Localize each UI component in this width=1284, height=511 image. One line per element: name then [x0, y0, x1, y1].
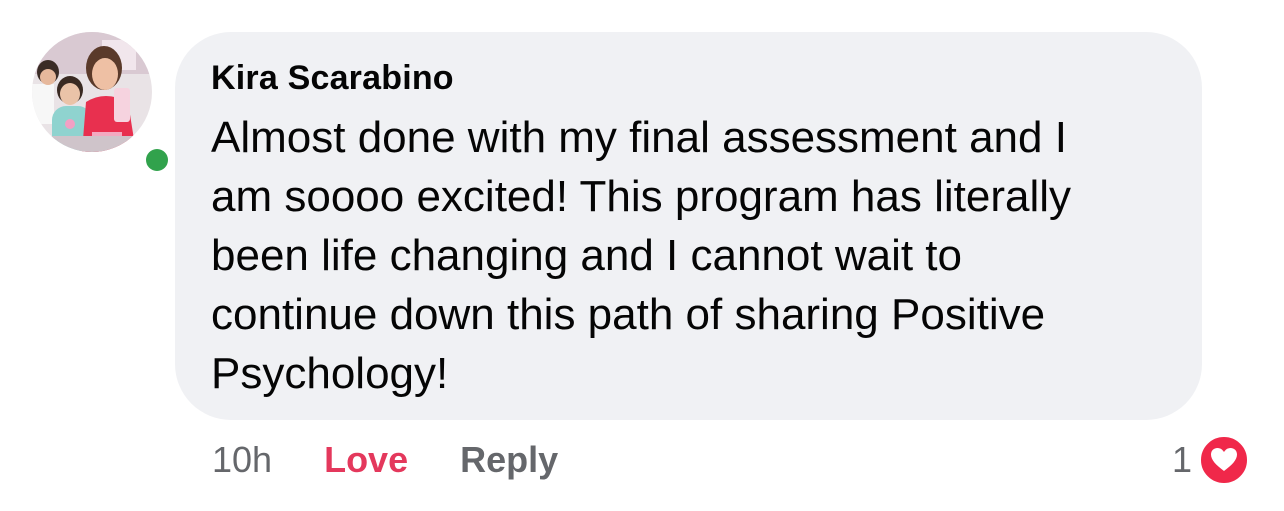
love-reaction-button[interactable]: Love	[324, 439, 408, 481]
online-status-indicator	[142, 145, 172, 175]
comment-text: Almost done with my final assessment and…	[211, 113, 1072, 398]
online-dot-icon	[146, 149, 168, 171]
reaction-summary[interactable]: 1	[1172, 432, 1250, 488]
comment-actions: 10h Love Reply	[212, 432, 558, 488]
avatar[interactable]	[32, 32, 172, 175]
comment-bubble: Kira Scarabino Almost done with my final…	[175, 32, 1202, 420]
heart-glyph-icon	[1211, 448, 1237, 471]
avatar-image	[32, 32, 152, 152]
heart-icon	[1198, 434, 1250, 486]
reply-button[interactable]: Reply	[460, 439, 558, 481]
comment-author-name[interactable]: Kira Scarabino	[211, 56, 454, 100]
avatar-photo[interactable]	[32, 32, 152, 152]
reaction-count: 1	[1171, 439, 1192, 480]
comment-timestamp[interactable]: 10h	[212, 439, 272, 481]
